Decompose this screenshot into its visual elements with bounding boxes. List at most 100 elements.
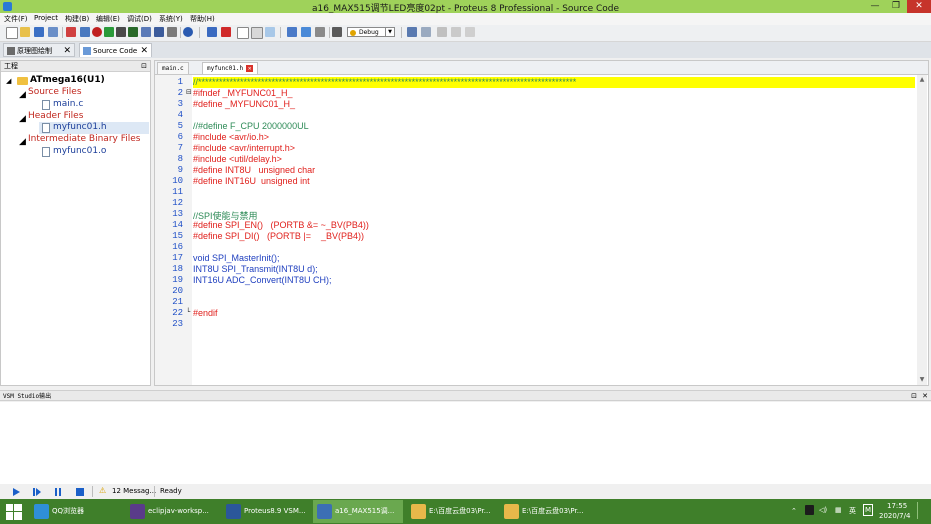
pin-icon[interactable]: ⊡ bbox=[911, 391, 917, 402]
pcb-icon[interactable] bbox=[104, 27, 114, 37]
scroll-up-icon[interactable]: ▲ bbox=[917, 75, 927, 85]
stop-icon[interactable] bbox=[76, 488, 84, 496]
source-code-icon[interactable] bbox=[167, 27, 177, 37]
tree-root-mcu[interactable]: ATmega16(U1) bbox=[30, 75, 105, 85]
save-icon[interactable] bbox=[34, 27, 44, 37]
close-icon[interactable]: ✕ bbox=[63, 44, 71, 58]
paste-icon[interactable] bbox=[465, 27, 475, 37]
taskbar-item[interactable]: eclipjav-worksp... bbox=[126, 500, 218, 523]
menu-system[interactable]: 系统(Y) bbox=[159, 14, 183, 24]
code-line[interactable]: #define SPI_DI() (PORTB |= _BV(PB4)) bbox=[193, 231, 364, 241]
help-icon[interactable] bbox=[183, 27, 193, 37]
clean-icon[interactable] bbox=[315, 27, 325, 37]
editor-tab-myfunc01-h[interactable]: myfunc01.h ✕ bbox=[202, 62, 259, 74]
fold-toggle-icon[interactable]: ⊟ bbox=[186, 88, 192, 96]
close-icon[interactable]: ✕ bbox=[246, 65, 254, 72]
open-folder-icon[interactable] bbox=[20, 27, 30, 37]
taskbar-item[interactable]: a16_MAX515调... bbox=[313, 500, 403, 523]
code-line[interactable]: INT16U ADC_Convert(INT8U CH); bbox=[193, 275, 332, 285]
close-icon[interactable]: ✕ bbox=[140, 44, 148, 58]
menu-help[interactable]: 帮助(H) bbox=[190, 14, 215, 24]
shield-icon[interactable] bbox=[805, 505, 814, 515]
code-line[interactable]: INT8U SPI_Transmit(INT8U d); bbox=[193, 264, 318, 274]
tab-schematic[interactable]: 原理图绘制 ✕ bbox=[3, 43, 75, 57]
expand-arrow-icon[interactable]: ◢ bbox=[19, 137, 26, 147]
gerber-icon[interactable] bbox=[141, 27, 151, 37]
bom-icon[interactable] bbox=[128, 27, 138, 37]
minimize-button[interactable]: — bbox=[864, 0, 886, 13]
menu-debug[interactable]: 调试(D) bbox=[127, 14, 152, 24]
maximize-button[interactable]: ❐ bbox=[885, 0, 907, 13]
refresh-icon[interactable] bbox=[207, 27, 217, 37]
tree-file-myfunc01-h[interactable]: myfunc01.h bbox=[53, 122, 107, 132]
code-line[interactable]: #define INT8U unsigned char bbox=[193, 165, 315, 175]
network-icon[interactable]: ▦ bbox=[835, 506, 842, 514]
menu-edit[interactable]: 编辑(E) bbox=[96, 14, 120, 24]
tree-group-header-files[interactable]: Header Files bbox=[28, 111, 83, 121]
3d-view-icon[interactable] bbox=[116, 27, 126, 37]
code-line[interactable]: #endif bbox=[193, 308, 218, 318]
tree-file-main-c[interactable]: main.c bbox=[53, 99, 83, 109]
output-panel[interactable] bbox=[0, 402, 931, 485]
copy-icon[interactable] bbox=[451, 27, 461, 37]
tree-group-source-files[interactable]: Source Files bbox=[28, 87, 82, 97]
tab-source-code[interactable]: Source Code ✕ bbox=[79, 43, 152, 57]
play-icon[interactable] bbox=[12, 488, 20, 496]
chevron-up-icon[interactable]: ⌃ bbox=[791, 507, 797, 515]
scroll-down-icon[interactable]: ▼ bbox=[917, 375, 927, 385]
menu-file[interactable]: 文件(F) bbox=[4, 14, 28, 24]
ime-mode[interactable]: M bbox=[863, 504, 873, 516]
expand-arrow-icon[interactable]: ◢ bbox=[6, 77, 11, 85]
code-line[interactable]: #ifndef _MYFUNC01_H_ bbox=[193, 88, 293, 98]
tree-file-myfunc01-o[interactable]: myfunc01.o bbox=[53, 146, 106, 156]
code-area[interactable]: //**************************************… bbox=[193, 75, 915, 385]
pin-icon[interactable]: ⊡ bbox=[141, 61, 147, 72]
new-file-icon[interactable] bbox=[6, 27, 18, 39]
cut-icon[interactable] bbox=[437, 27, 447, 37]
windows-start-icon[interactable] bbox=[6, 504, 22, 520]
expand-arrow-icon[interactable]: ◢ bbox=[19, 114, 26, 124]
close-icon[interactable]: ✕ bbox=[922, 391, 928, 402]
step-icon[interactable] bbox=[33, 488, 41, 496]
fold-toggle-icon[interactable]: └ bbox=[186, 308, 190, 316]
taskbar-item[interactable]: E:\百度云盘03\Pr... bbox=[500, 500, 590, 523]
export-icon[interactable] bbox=[265, 27, 275, 37]
build-icon[interactable] bbox=[287, 27, 297, 37]
rebuild-icon[interactable] bbox=[301, 27, 311, 37]
taskbar-item[interactable]: E:\百度云盘03\Pr... bbox=[407, 500, 497, 523]
tree-group-intermediate-binary-files[interactable]: Intermediate Binary Files bbox=[28, 134, 140, 144]
build-config-select[interactable]: Debug ▼ bbox=[347, 27, 395, 37]
home-icon[interactable] bbox=[66, 27, 76, 37]
status-messages[interactable]: 12 Messag... bbox=[112, 487, 156, 495]
code-line[interactable]: #include <util/delay.h> bbox=[193, 154, 282, 164]
volume-icon[interactable]: ◁) bbox=[819, 506, 827, 514]
taskbar-item[interactable]: QQ浏览器 bbox=[30, 500, 122, 523]
expand-arrow-icon[interactable]: ◢ bbox=[19, 90, 26, 100]
menu-build[interactable]: 构建(B) bbox=[65, 14, 89, 24]
project-settings-icon[interactable] bbox=[332, 27, 342, 37]
close-button[interactable]: ✕ bbox=[907, 0, 931, 13]
editor-tab-main-c[interactable]: main.c bbox=[157, 62, 189, 74]
chevron-down-icon[interactable]: ▼ bbox=[385, 28, 394, 36]
undo-icon[interactable] bbox=[407, 27, 417, 37]
code-line[interactable]: #define _MYFUNC01_H_ bbox=[193, 99, 295, 109]
redo-icon[interactable] bbox=[421, 27, 431, 37]
code-line[interactable]: void SPI_MasterInit(); bbox=[193, 253, 280, 263]
code-line[interactable]: #define INT16U unsigned int bbox=[193, 176, 310, 186]
code-line[interactable]: #define SPI_EN() (PORTB &= ~_BV(PB4)) bbox=[193, 220, 369, 230]
clock-time[interactable]: 17:55 bbox=[887, 502, 907, 510]
code-line[interactable]: //#define F_CPU 2000000UL bbox=[193, 121, 309, 131]
menu-project[interactable]: Project bbox=[34, 14, 58, 22]
code-line[interactable]: #include <avr/interrupt.h> bbox=[193, 143, 295, 153]
schematic-icon[interactable] bbox=[80, 27, 90, 37]
pause-icon[interactable] bbox=[54, 488, 62, 496]
taskbar-item[interactable]: Proteus8.9 VSM... bbox=[222, 500, 310, 523]
design-notes-icon[interactable] bbox=[154, 27, 164, 37]
save-all-icon[interactable] bbox=[48, 27, 58, 37]
delete-icon[interactable] bbox=[221, 27, 231, 37]
stop-icon[interactable] bbox=[92, 27, 102, 37]
ime-language[interactable]: 英 bbox=[849, 506, 856, 516]
import-icon[interactable] bbox=[251, 27, 263, 39]
show-desktop-button[interactable] bbox=[917, 502, 928, 519]
code-line[interactable]: //**************************************… bbox=[193, 77, 576, 87]
